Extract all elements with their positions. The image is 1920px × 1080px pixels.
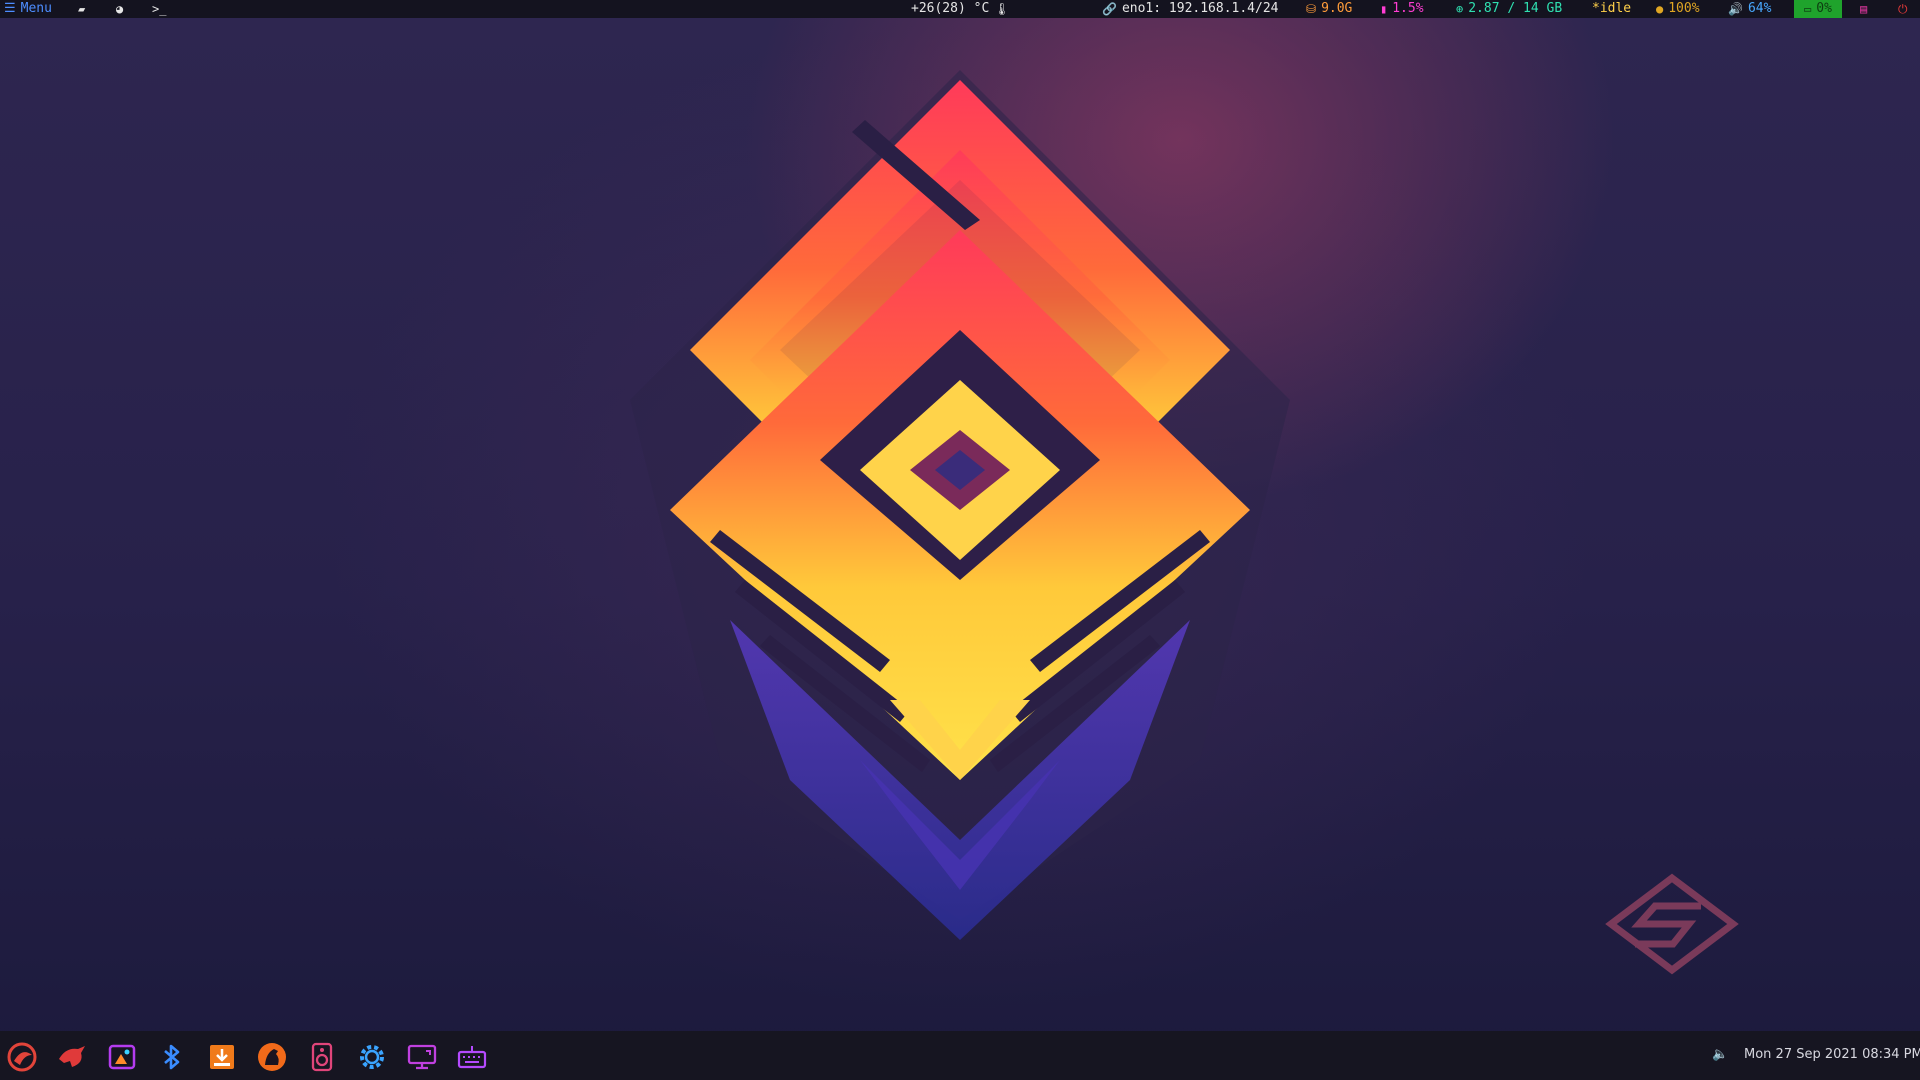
brightness-module[interactable]: ● 100% (1656, 0, 1700, 18)
dock-clock[interactable]: Mon 27 Sep 2021 08:34 PM (1744, 1046, 1920, 1064)
dock-app-horse-browser[interactable] (255, 1040, 289, 1074)
archcraft-logo-icon (7, 1042, 37, 1072)
brightness-value: 100% (1668, 1, 1700, 16)
cpu-value: 1.5% (1392, 1, 1424, 16)
volume-module[interactable]: 🔊 64% (1728, 0, 1771, 18)
speaker-icon: 🔊 (1728, 2, 1743, 16)
power-button[interactable]: ⏻ (1898, 0, 1908, 18)
volume-value: 64% (1747, 1, 1772, 16)
keyboard-icon (457, 1046, 487, 1069)
image-viewer-icon (108, 1044, 136, 1070)
terminal-icon: >_ (152, 2, 167, 16)
dock-app-image-viewer[interactable] (105, 1040, 139, 1074)
dock-app-audio[interactable] (305, 1040, 339, 1074)
hamburger-icon: ☰ (4, 1, 16, 16)
battery-value: 0% (1816, 1, 1832, 16)
red-bird-icon (59, 1046, 85, 1067)
disk-module: ⛁ 9.0G (1306, 0, 1352, 18)
sun-icon: ● (1656, 2, 1664, 16)
dock-app-archcraft[interactable] (5, 1040, 39, 1074)
dock-app-bluetooth[interactable] (155, 1040, 189, 1074)
menu-button[interactable]: ☰ Menu (4, 0, 52, 18)
battery-module: ▭ 0% (1794, 0, 1842, 18)
archcraft-watermark-logo (1605, 873, 1739, 975)
temperature-module: +26(28) °C 🌡 (911, 0, 1010, 18)
mpd-state: *idle (1592, 1, 1632, 16)
memory-value: 2.87 / 14 GB (1468, 1, 1563, 16)
firefox-icon: ◕ (116, 2, 124, 16)
bottom-dock (0, 1031, 1920, 1080)
network-value: eno1: 192.168.1.4/24 (1121, 1, 1279, 16)
abstract-diamond-art (630, 70, 1290, 940)
link-icon: 🔗 (1102, 2, 1117, 16)
browser-launcher-button[interactable]: ◕ (116, 0, 123, 18)
download-installer-icon (210, 1045, 234, 1069)
battery-icon: ▭ (1804, 2, 1812, 16)
memory-module: ⊕ 2.87 / 14 GB (1456, 0, 1562, 18)
dock-app-display[interactable] (405, 1040, 439, 1074)
settings-gear-icon (360, 1045, 384, 1069)
menu-label: Menu (20, 1, 52, 16)
power-icon: ⏻ (1898, 2, 1908, 16)
folder-open-icon: ▰ (78, 2, 86, 16)
horse-browser-icon (258, 1043, 286, 1071)
dock-app-red-bird[interactable] (55, 1040, 89, 1074)
display-settings-icon (407, 1044, 437, 1070)
chip-icon: ▮ (1380, 2, 1388, 16)
desktop-wallpaper (0, 0, 1920, 1080)
network-module[interactable]: 🔗 eno1: 192.168.1.4/24 (1102, 0, 1279, 18)
cpu-module: ▮ 1.5% (1380, 0, 1424, 18)
drive-icon: ⛁ (1306, 2, 1317, 16)
memory-icon: ⊕ (1456, 2, 1464, 16)
tray-speaker-icon[interactable]: 🔈 (1712, 1047, 1728, 1063)
dock-app-installer[interactable] (205, 1040, 239, 1074)
temperature-value: +26(28) °C (911, 1, 990, 16)
app-grid-icon: ▤ (1860, 2, 1868, 16)
terminal-launcher-button[interactable]: >_ (152, 0, 166, 18)
top-status-bar: ☰ Menu ▰ ◕ >_ +26(28) °C 🌡 🔗 eno1: 192.1… (0, 0, 1920, 18)
files-launcher-button[interactable]: ▰ (78, 0, 85, 18)
bluetooth-icon (164, 1044, 180, 1070)
dock-app-settings[interactable] (355, 1040, 389, 1074)
system-menu-button[interactable]: ▤ (1860, 0, 1867, 18)
dock-app-keyboard[interactable] (455, 1040, 489, 1074)
disk-value: 9.0G (1321, 1, 1353, 16)
speaker-audio-icon (311, 1042, 333, 1072)
mpd-module[interactable]: *idle (1592, 0, 1631, 18)
thermometer-icon: 🌡 (994, 2, 1010, 16)
